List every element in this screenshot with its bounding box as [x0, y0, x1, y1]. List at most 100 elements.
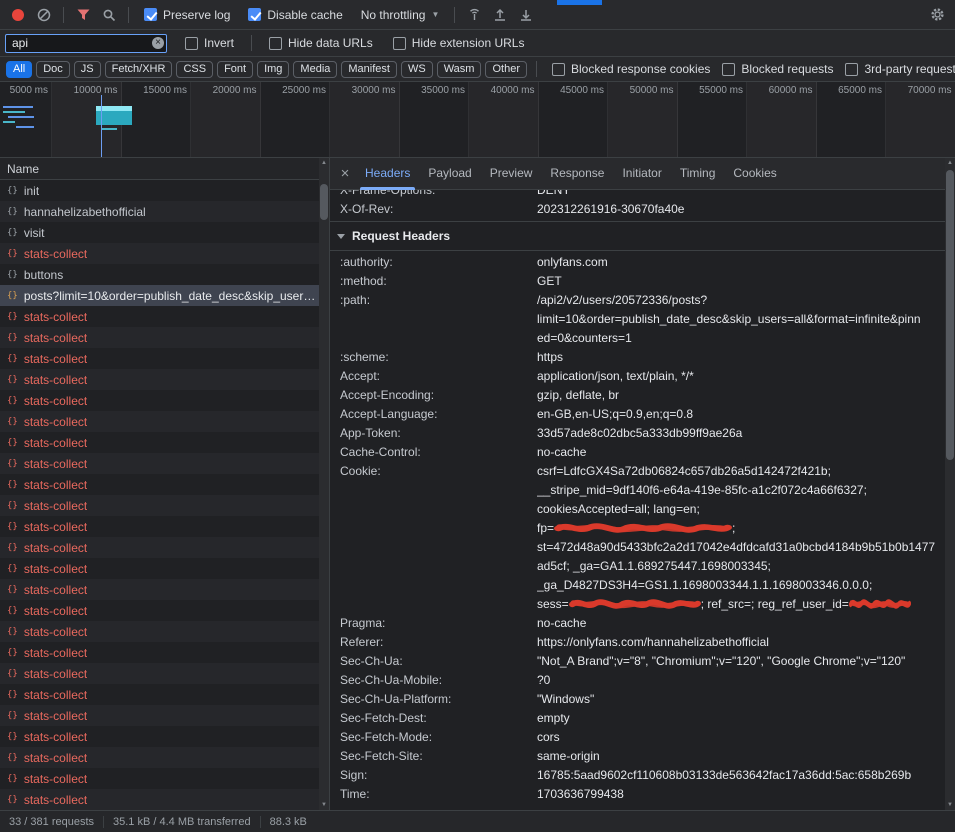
request-row[interactable]: {}stats-collect [0, 411, 319, 432]
clear-filter-icon[interactable]: × [152, 37, 164, 49]
timeline-column: 50000 ms [608, 82, 678, 157]
request-row[interactable]: {}stats-collect [0, 663, 319, 684]
request-headers-section[interactable]: Request Headers [330, 224, 945, 248]
type-filter-manifest[interactable]: Manifest [341, 61, 397, 78]
type-filter-media[interactable]: Media [293, 61, 337, 78]
script-icon: {} [7, 291, 18, 301]
throttling-select[interactable]: No throttling ▼ [361, 8, 440, 22]
filter-icon [77, 9, 90, 21]
request-row[interactable]: {}stats-collect [0, 495, 319, 516]
script-icon: {} [7, 270, 18, 280]
request-row[interactable]: {}stats-collect [0, 453, 319, 474]
request-row[interactable]: {}stats-collect [0, 558, 319, 579]
scroll-up-icon[interactable]: ▲ [319, 160, 329, 166]
header-row: Cache-Control:no-cache [330, 443, 945, 462]
type-filter-all[interactable]: All [6, 61, 32, 78]
hide-data-urls-checkbox[interactable]: Hide data URLs [269, 36, 373, 50]
script-icon: {} [7, 627, 18, 637]
checkbox-blocked-requests[interactable]: Blocked requests [722, 62, 833, 76]
import-har-button[interactable] [488, 3, 512, 27]
request-row[interactable]: {}stats-collect [0, 327, 319, 348]
scroll-down-icon[interactable]: ▼ [945, 802, 955, 808]
request-row[interactable]: {}stats-collect [0, 306, 319, 327]
request-row[interactable]: {}posts?limit=10&order=publish_date_desc… [0, 285, 319, 306]
tab-response[interactable]: Response [541, 158, 613, 190]
network-conditions-button[interactable] [462, 3, 486, 27]
type-filter-wasm[interactable]: Wasm [437, 61, 482, 78]
chevron-down-icon: ▼ [431, 10, 439, 19]
script-icon: {} [7, 333, 18, 343]
type-filter-ws[interactable]: WS [401, 61, 433, 78]
clear-button[interactable] [32, 3, 56, 27]
preserve-log-checkbox[interactable]: Preserve log [144, 8, 230, 22]
type-filter-css[interactable]: CSS [176, 61, 213, 78]
search-button[interactable] [97, 3, 121, 27]
tab-initiator[interactable]: Initiator [613, 158, 670, 190]
request-row[interactable]: {}buttons [0, 264, 319, 285]
checkbox-3rd-party-requests[interactable]: 3rd-party requests [845, 62, 955, 76]
scroll-up-icon[interactable]: ▲ [945, 160, 955, 166]
request-list-scrollbar[interactable]: ▲ ▼ [319, 158, 329, 810]
request-row[interactable]: {}stats-collect [0, 768, 319, 789]
scrollbar-thumb[interactable] [946, 170, 954, 460]
hide-extension-urls-checkbox[interactable]: Hide extension URLs [393, 36, 525, 50]
request-name: stats-collect [24, 772, 87, 786]
type-filter-fetch-xhr[interactable]: Fetch/XHR [105, 61, 173, 78]
type-filter-other[interactable]: Other [485, 61, 527, 78]
type-filter-doc[interactable]: Doc [36, 61, 70, 78]
request-row[interactable]: {}stats-collect [0, 537, 319, 558]
filter-button[interactable] [71, 3, 95, 27]
close-icon[interactable]: × [334, 165, 356, 182]
request-row[interactable]: {}stats-collect [0, 579, 319, 600]
request-row[interactable]: {}stats-collect [0, 726, 319, 747]
detail-scrollbar[interactable]: ▲ ▼ [945, 158, 955, 810]
tab-cookies[interactable]: Cookies [724, 158, 785, 190]
header-row: :method:GET [330, 272, 945, 291]
header-name: Sec-Ch-Ua: [340, 652, 537, 671]
request-row[interactable]: {}stats-collect [0, 474, 319, 495]
scrollbar-thumb[interactable] [320, 184, 328, 220]
request-row[interactable]: {}stats-collect [0, 369, 319, 390]
settings-button[interactable] [925, 3, 949, 27]
tab-timing[interactable]: Timing [671, 158, 725, 190]
hide-extension-urls-label: Hide extension URLs [412, 36, 525, 50]
request-row[interactable]: {}stats-collect [0, 390, 319, 411]
request-row[interactable]: {}stats-collect [0, 600, 319, 621]
request-row[interactable]: {}hannahelizabethofficial [0, 201, 319, 222]
checkbox-blocked-response-cookies[interactable]: Blocked response cookies [552, 62, 710, 76]
request-name: stats-collect [24, 394, 87, 408]
request-row[interactable]: {}stats-collect [0, 516, 319, 537]
network-filter-input[interactable] [5, 34, 167, 53]
type-filter-img[interactable]: Img [257, 61, 289, 78]
tab-payload[interactable]: Payload [419, 158, 480, 190]
header-value: DENY [537, 190, 945, 200]
script-icon: {} [7, 207, 18, 217]
name-column-header[interactable]: Name [0, 158, 329, 180]
transferred-size: 35.1 kB / 4.4 MB transferred [113, 816, 251, 828]
type-filter-font[interactable]: Font [217, 61, 253, 78]
search-icon [102, 8, 116, 22]
request-row[interactable]: {}stats-collect [0, 243, 319, 264]
request-row[interactable]: {}stats-collect [0, 705, 319, 726]
disable-cache-checkbox[interactable]: Disable cache [248, 8, 342, 22]
request-row[interactable]: {}stats-collect [0, 642, 319, 663]
request-row[interactable]: {}stats-collect [0, 621, 319, 642]
scroll-down-icon[interactable]: ▼ [319, 802, 329, 808]
request-row[interactable]: {}visit [0, 222, 319, 243]
timeline-column: 20000 ms [191, 82, 261, 157]
request-row[interactable]: {}stats-collect [0, 432, 319, 453]
timeline-overview[interactable]: 5000 ms10000 ms15000 ms20000 ms25000 ms3… [0, 82, 955, 158]
type-filter-js[interactable]: JS [74, 61, 101, 78]
export-har-button[interactable] [514, 3, 538, 27]
tab-headers[interactable]: Headers [356, 158, 419, 190]
redaction-scribble [569, 597, 701, 610]
record-button[interactable] [6, 3, 30, 27]
request-row[interactable]: {}init [0, 180, 319, 201]
tab-preview[interactable]: Preview [481, 158, 542, 190]
request-row[interactable]: {}stats-collect [0, 747, 319, 768]
request-row[interactable]: {}stats-collect [0, 348, 319, 369]
invert-checkbox[interactable]: Invert [185, 36, 234, 50]
request-row[interactable]: {}stats-collect [0, 789, 319, 810]
request-row[interactable]: {}stats-collect [0, 684, 319, 705]
script-icon: {} [7, 606, 18, 616]
